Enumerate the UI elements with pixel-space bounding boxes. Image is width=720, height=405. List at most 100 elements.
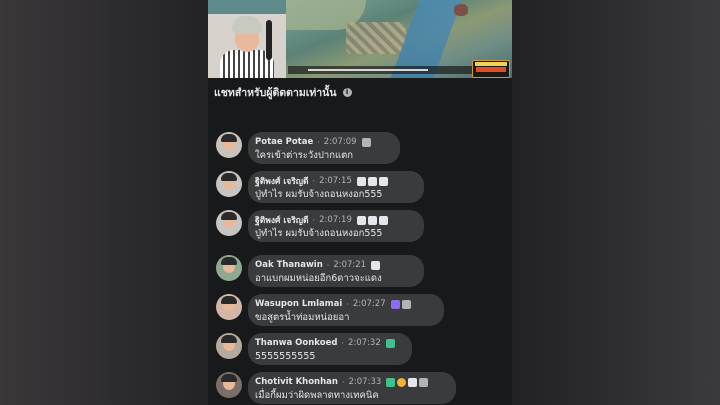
badge-icon <box>367 215 377 225</box>
avatar[interactable] <box>216 255 242 281</box>
message-text: ปู่ทำไร ผมรับจ้างถอนหงอก555 <box>255 189 383 200</box>
fan-badges <box>356 215 388 225</box>
badge-icon <box>386 377 396 387</box>
background-right <box>512 0 720 405</box>
commenter-name[interactable]: Thanwa Oonkoed <box>255 338 337 348</box>
message-bubble[interactable]: ฐิติพงศ์ เจริญดี · 2:07:15 ปู่ทำไร ผมรับจ้า… <box>248 171 424 203</box>
streamer-hair <box>232 16 262 34</box>
message-meta: Oak Thanawin · 2:07:21 <box>255 257 417 273</box>
separator-dot: · <box>317 137 320 147</box>
badge-icon <box>390 299 400 309</box>
fan-badges <box>390 299 411 309</box>
avatar-hair <box>221 374 237 382</box>
chat-message: Chotivit Khonhan · 2:07:33 เมื่อกี้ผมว่าผิด… <box>208 372 512 405</box>
separator-dot: · <box>341 377 345 387</box>
message-bubble[interactable]: Wasupon Lmlamai · 2:07:27 ขอสูตรน้ำท่อมหน่อ… <box>248 294 444 326</box>
message-bubble[interactable]: Chotivit Khonhan · 2:07:33 เมื่อกี้ผมว่าผิด… <box>248 372 456 404</box>
message-text: 5555555555 <box>255 351 316 362</box>
avatar[interactable] <box>216 210 242 236</box>
chat-message: Wasupon Lmlamai · 2:07:27 ขอสูตรน้ำท่อมหน่อ… <box>208 294 512 328</box>
chat-header: แชทสำหรับผู้ติดตามเท่านั้น i <box>214 84 352 100</box>
fan-badges <box>386 377 429 387</box>
message-text: เมื่อกี้ผมว่าผิดพลาดทางเทคนิค <box>255 390 379 401</box>
message-meta: ฐิติพงศ์ เจริญดี · 2:07:15 <box>255 173 417 189</box>
message-bubble[interactable]: Oak Thanawin · 2:07:21 อาแบกผมหน่อยอีก6ดาวจ… <box>248 255 424 287</box>
chat-message: ฐิติพงศ์ เจริญดี · 2:07:15 ปู่ทำไร ผมรับจ้า… <box>208 171 512 205</box>
badge-icon <box>401 299 411 309</box>
message-text: อาแบกผมหน่อยอีก6ดาวจะแดง <box>255 273 382 284</box>
avatar[interactable] <box>216 372 242 398</box>
avatar-hair <box>221 212 237 220</box>
separator-dot: · <box>326 260 330 270</box>
message-timestamp: 2:07:33 <box>348 377 382 387</box>
ticker-text <box>308 69 428 71</box>
fan-badges <box>356 176 388 186</box>
message-meta: Potae Potae · 2:07:09 <box>255 134 393 150</box>
free-fire-logo <box>472 60 510 78</box>
live-stream-panel: แชทสำหรับผู้ติดตามเท่านั้น i Potae Potae… <box>208 0 512 405</box>
message-timestamp: 2:07:27 <box>352 299 386 309</box>
commenter-name[interactable]: Oak Thanawin <box>255 260 323 270</box>
commenter-name[interactable]: Chotivit Khonhan <box>255 377 338 387</box>
avatar[interactable] <box>216 171 242 197</box>
info-icon[interactable]: i <box>342 87 352 97</box>
avatar-hair <box>221 173 237 181</box>
separator-dot: · <box>341 338 344 348</box>
map-town <box>346 22 406 54</box>
badge-icon <box>397 377 407 387</box>
fan-badges <box>361 137 371 147</box>
chat-message: ฐิติพงศ์ เจริญดี · 2:07:19 ปู่ทำไร ผมรับจ้า… <box>208 210 512 244</box>
message-meta: Thanwa Oonkoed · 2:07:32 <box>255 335 405 351</box>
message-text: ขอสูตรน้ำท่อมหน่อยอา <box>255 312 350 323</box>
badge-icon <box>367 176 377 186</box>
separator-dot: · <box>312 176 316 186</box>
badge-icon <box>361 137 371 147</box>
message-bubble[interactable]: ฐิติพงศ์ เจริญดี · 2:07:19 ปู่ทำไร ผมรับจ้า… <box>248 210 424 242</box>
badge-icon <box>371 260 381 270</box>
message-bubble[interactable]: Thanwa Oonkoed · 2:07:32 5555555555 <box>248 333 412 365</box>
fan-badges <box>385 338 395 348</box>
badge-icon <box>385 338 395 348</box>
commenter-name[interactable]: ฐิติพงศ์ เจริญดี <box>255 174 309 188</box>
badge-icon <box>378 215 388 225</box>
avatar[interactable] <box>216 333 242 359</box>
skydiver <box>454 4 468 16</box>
message-timestamp: 2:07:15 <box>319 176 352 186</box>
message-meta: Chotivit Khonhan · 2:07:33 <box>255 374 449 390</box>
chat-header-title: แชทสำหรับผู้ติดตามเท่านั้น <box>214 86 337 99</box>
badge-icon <box>356 215 366 225</box>
chat-message: Oak Thanawin · 2:07:21 อาแบกผมหน่อยอีก6ดาวจ… <box>208 255 512 289</box>
message-meta: Wasupon Lmlamai · 2:07:27 <box>255 296 437 312</box>
message-text: ใครเข้าต่าระวังปากแตก <box>255 150 354 161</box>
commenter-name[interactable]: Wasupon Lmlamai <box>255 299 342 309</box>
message-timestamp: 2:07:19 <box>319 215 352 225</box>
avatar[interactable] <box>216 132 242 158</box>
badge-icon <box>419 377 429 387</box>
message-timestamp: 2:07:09 <box>323 137 357 147</box>
message-meta: ฐิติพงศ์ เจริญดี · 2:07:19 <box>255 212 417 228</box>
commenter-name[interactable]: ฐิติพงศ์ เจริญดี <box>255 213 309 227</box>
fan-badges <box>371 260 381 270</box>
logo-strip-bottom <box>476 67 506 72</box>
chat-message: Thanwa Oonkoed · 2:07:32 5555555555 <box>208 333 512 367</box>
message-timestamp: 2:07:21 <box>333 260 367 270</box>
webcam-overlay <box>208 14 286 78</box>
video-player[interactable] <box>208 0 512 78</box>
avatar-hair <box>221 257 237 265</box>
chat-message: Potae Potae · 2:07:09 ใครเข้าต่าระวังปากแตก <box>208 132 512 166</box>
badge-icon <box>356 176 366 186</box>
avatar-hair <box>221 296 237 304</box>
background-left <box>0 0 208 405</box>
avatar-hair <box>221 335 237 343</box>
separator-dot: · <box>346 299 349 309</box>
stream-ticker <box>288 66 474 74</box>
microphone <box>266 20 272 60</box>
avatar[interactable] <box>216 294 242 320</box>
message-text: ปู่ทำไร ผมรับจ้างถอนหงอก555 <box>255 228 383 239</box>
badge-icon <box>378 176 388 186</box>
separator-dot: · <box>312 215 316 225</box>
avatar-hair <box>221 134 237 142</box>
commenter-name[interactable]: Potae Potae <box>255 137 313 147</box>
message-bubble[interactable]: Potae Potae · 2:07:09 ใครเข้าต่าระวังปากแตก <box>248 132 400 164</box>
badge-icon <box>408 377 418 387</box>
